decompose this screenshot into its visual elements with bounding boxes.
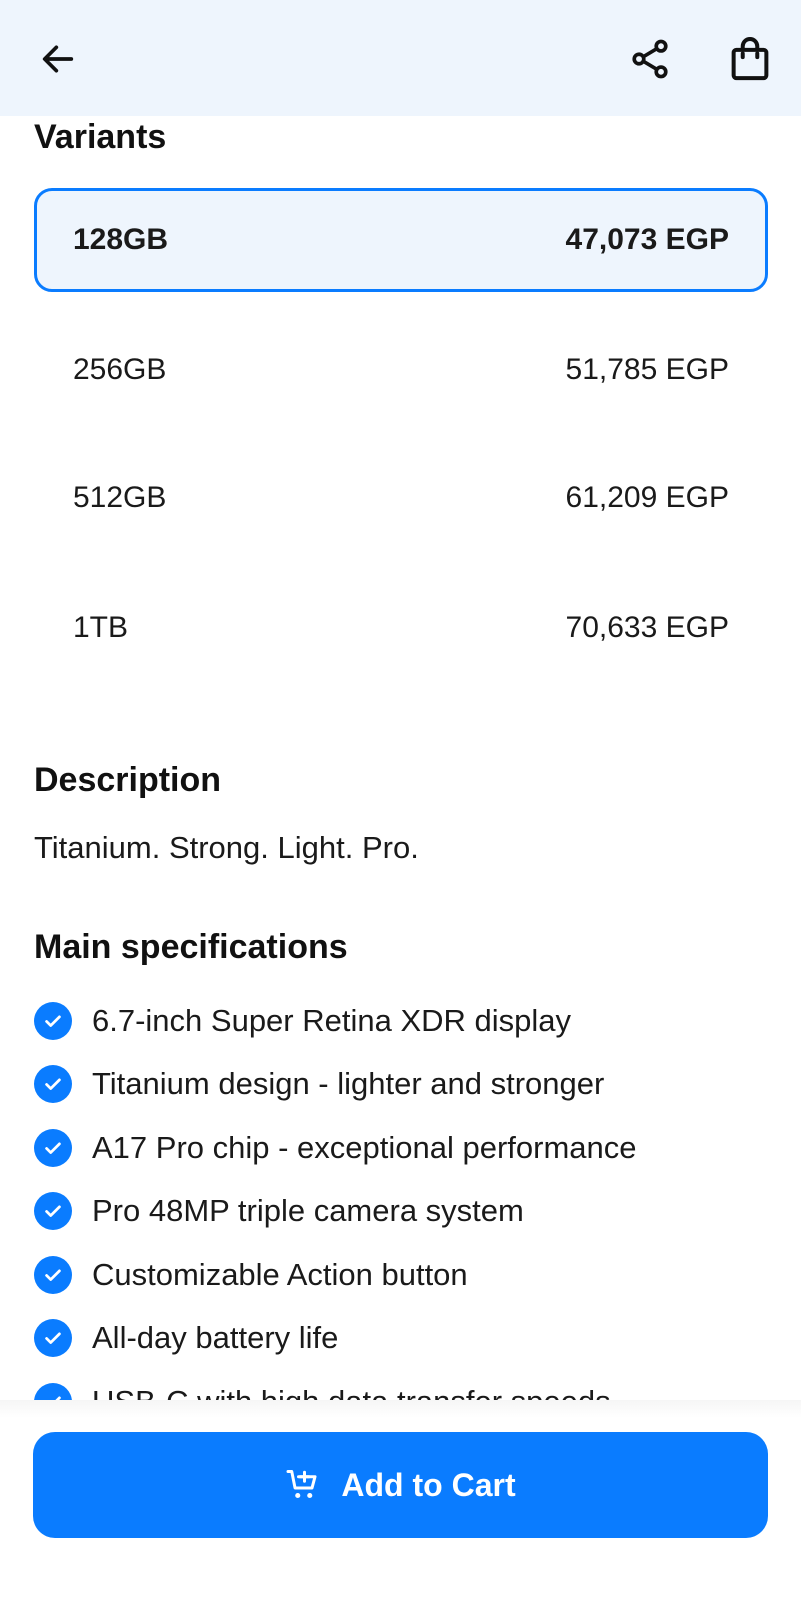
- check-circle-icon: [34, 1065, 72, 1103]
- variant-price: 51,785 EGP: [565, 353, 729, 386]
- check-circle-icon: [34, 1192, 72, 1230]
- variant-price: 70,633 EGP: [565, 611, 729, 644]
- variant-price: 61,209 EGP: [565, 481, 729, 514]
- spec-text: 6.7-inch Super Retina XDR display: [92, 1003, 572, 1038]
- spec-item: All-day battery life: [34, 1314, 338, 1362]
- back-button[interactable]: [26, 27, 90, 91]
- shopping-bag-icon: [731, 37, 769, 81]
- arrow-left-icon: [42, 45, 74, 73]
- spec-item: Pro 48MP triple camera system: [34, 1187, 524, 1235]
- share-icon: [632, 39, 668, 79]
- spec-item: 6.7-inch Super Retina XDR display: [34, 997, 571, 1045]
- top-app-bar: [0, 0, 801, 116]
- variant-option-256gb[interactable]: 256GB 51,785 EGP: [34, 318, 768, 422]
- variant-label: 512GB: [73, 481, 167, 514]
- add-to-cart-button[interactable]: Add to Cart: [33, 1432, 768, 1538]
- add-to-cart-label: Add to Cart: [341, 1466, 516, 1503]
- spec-text: A17 Pro chip - exceptional performance: [92, 1130, 637, 1165]
- variant-option-512gb[interactable]: 512GB 61,209 EGP: [34, 446, 768, 550]
- product-details-screen: Variants 128GB 47,073 EGP 256GB 51,785 E…: [0, 0, 801, 1600]
- spec-text: Pro 48MP triple camera system: [92, 1193, 524, 1228]
- description-text: Titanium. Strong. Light. Pro.: [34, 830, 419, 865]
- specs-title: Main specifications: [34, 928, 348, 966]
- share-button[interactable]: [618, 27, 682, 91]
- add-to-cart-icon: [285, 1467, 321, 1503]
- variants-title: Variants: [34, 118, 167, 156]
- variant-label: 128GB: [73, 223, 169, 256]
- spec-item: A17 Pro chip - exceptional performance: [34, 1124, 637, 1172]
- variant-price: 47,073 EGP: [565, 223, 729, 256]
- check-circle-icon: [34, 1256, 72, 1294]
- spec-text: Customizable Action button: [92, 1257, 468, 1292]
- variant-option-128gb[interactable]: 128GB 47,073 EGP: [34, 188, 768, 292]
- bottom-action-bar: Add to Cart: [0, 1400, 801, 1600]
- spec-item: Titanium design - lighter and stronger: [34, 1060, 604, 1108]
- check-circle-icon: [34, 1002, 72, 1040]
- variant-label: 1TB: [73, 611, 129, 644]
- spec-item: Customizable Action button: [34, 1251, 468, 1299]
- check-circle-icon: [34, 1319, 72, 1357]
- variant-label: 256GB: [73, 353, 167, 386]
- variant-option-1tb[interactable]: 1TB 70,633 EGP: [34, 576, 768, 680]
- check-circle-icon: [34, 1129, 72, 1167]
- cart-button[interactable]: [718, 27, 782, 91]
- product-content: Variants 128GB 47,073 EGP 256GB 51,785 E…: [0, 116, 801, 1426]
- spec-text: All-day battery life: [92, 1320, 339, 1355]
- spec-text: Titanium design - lighter and stronger: [92, 1066, 605, 1101]
- description-title: Description: [34, 761, 222, 799]
